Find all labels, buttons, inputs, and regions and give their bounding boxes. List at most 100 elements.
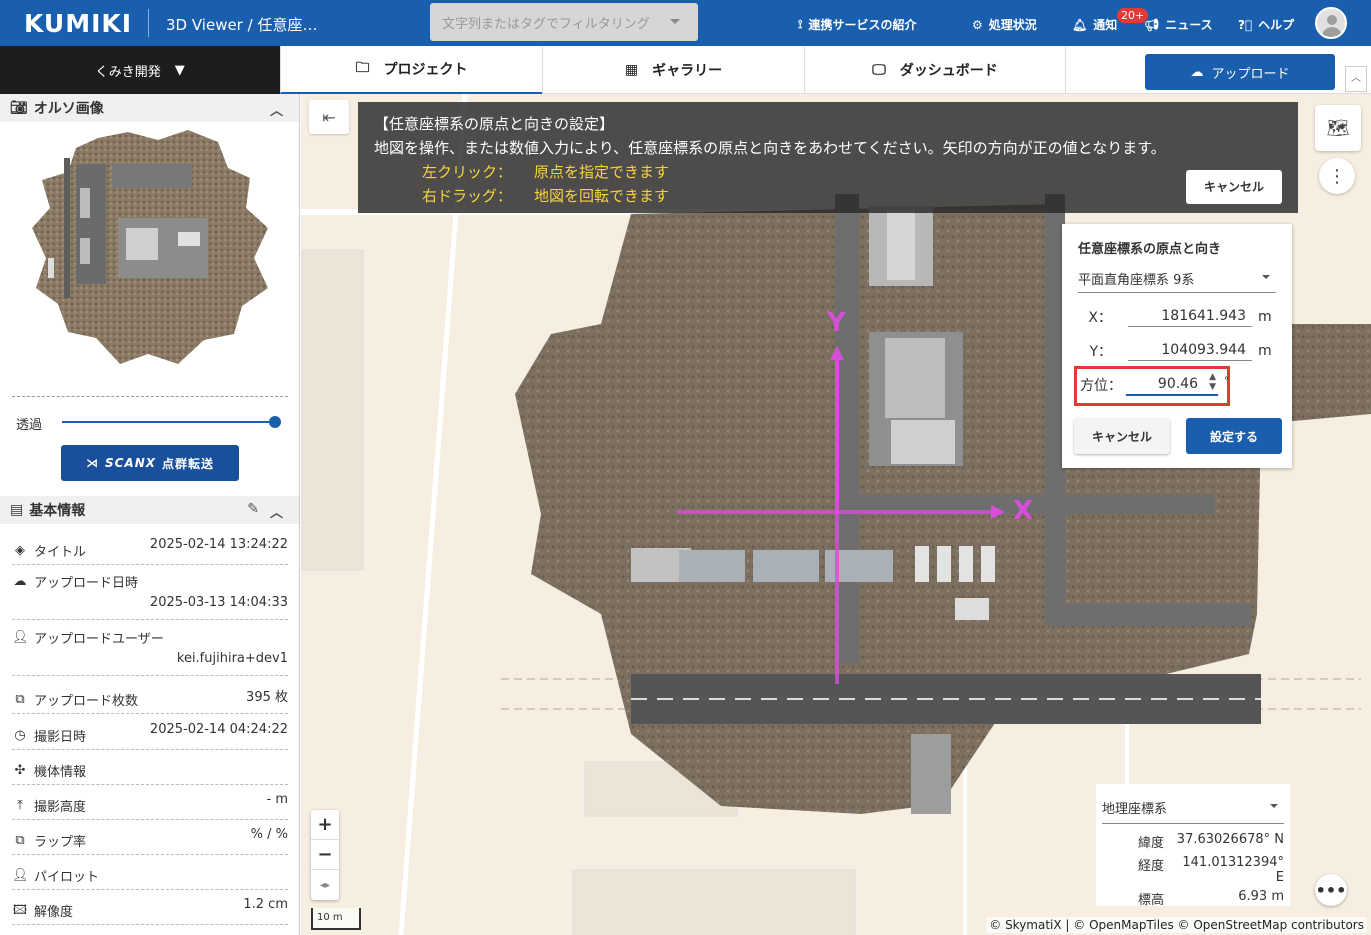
- edit-icon[interactable]: ✎: [247, 501, 259, 517]
- megaphone-icon: 📢︎: [1144, 17, 1160, 32]
- filter-select[interactable]: 文字列またはタグでフィルタリング: [430, 3, 698, 41]
- info-key: アップロード枚数: [34, 694, 139, 709]
- chevron-up-icon[interactable]: ︿: [270, 502, 283, 521]
- drone-icon: ✣: [14, 762, 26, 778]
- more-vertical-icon: ⋮: [1328, 165, 1346, 187]
- right-drag-desc: 地図を回転できます: [534, 187, 670, 205]
- x-field[interactable]: 181641.943: [1128, 306, 1252, 327]
- sub-bar: くみき開発 ▼ 🗀︎ プロジェクト ▦ ギャラリー 🖵︎ ダッシュボード ☁ ア…: [0, 46, 1371, 94]
- kumiki-logo[interactable]: KUMIKI: [24, 9, 132, 38]
- lon-label: 経度: [1137, 859, 1164, 874]
- y-field-label: Y：: [1089, 343, 1112, 360]
- bell-icon: 🔔︎: [1072, 17, 1088, 32]
- geo-alt-row: 標高 6.93 m: [1102, 889, 1284, 908]
- map-more-button[interactable]: •••: [1315, 874, 1347, 906]
- ortho-thumbnail[interactable]: [28, 128, 274, 368]
- info-row-aircraft: ✣ 機体情報: [12, 757, 288, 785]
- scanx-logo-icon: ⋊: [85, 456, 99, 470]
- direction-field[interactable]: 90.46 ▲ ▼: [1126, 372, 1218, 396]
- nav-status[interactable]: ⚙ 処理状況: [972, 16, 1037, 33]
- tab-dashboard-label: ダッシュボード: [899, 63, 998, 79]
- geo-lon-row: 経度 141.01312394° E: [1102, 855, 1284, 885]
- y-field[interactable]: 104093.944: [1128, 340, 1252, 361]
- more-horizontal-icon: •••: [1315, 880, 1347, 900]
- upload-button[interactable]: ☁ アップロード: [1145, 54, 1335, 90]
- tab-dashboard[interactable]: 🖵︎ ダッシュボード: [804, 46, 1066, 94]
- map-canvas[interactable]: Y X ⇤ 【任意座標系の原点と向きの設定】 地図を操作、または数値入力により、…: [301, 94, 1371, 935]
- scanx-button-label: 点群転送: [162, 456, 215, 471]
- user-icon: 👤︎: [12, 629, 29, 645]
- top-bar: KUMIKI 3D Viewer / 任意座… 文字列またはタグでフィルタリング…: [0, 0, 1371, 46]
- chevron-up-icon[interactable]: ︿: [270, 100, 283, 119]
- tab-gallery[interactable]: ▦ ギャラリー: [542, 46, 804, 94]
- alt-label: 標高: [1137, 893, 1164, 908]
- avatar[interactable]: [1315, 7, 1347, 39]
- zoom-in-button[interactable]: +: [311, 810, 339, 840]
- nav-help[interactable]: ?⃝ ヘルプ: [1238, 16, 1294, 33]
- direction-value: 90.46: [1157, 376, 1198, 392]
- scanx-transfer-button[interactable]: ⋊ SCANX 点群転送: [61, 445, 239, 481]
- caret-down-icon: ▼: [174, 62, 185, 78]
- nav-notify[interactable]: 🔔︎ 通知: [1072, 16, 1117, 33]
- compass-reset-button[interactable]: ◂▸: [311, 870, 339, 900]
- tab-project[interactable]: 🗀︎ プロジェクト: [280, 46, 542, 94]
- org-select[interactable]: くみき開発 ▼: [0, 46, 280, 94]
- map-layer-button[interactable]: 🗺︎: [1315, 105, 1361, 151]
- map-icon: 🗺︎: [1326, 117, 1350, 139]
- zoom-out-button[interactable]: −: [311, 840, 339, 870]
- info-row-title: ◈ タイトル 2025-02-14 13:24:22: [12, 537, 288, 565]
- opacity-slider[interactable]: [62, 416, 281, 428]
- banner-cancel-button[interactable]: キャンセル: [1186, 170, 1282, 204]
- altitude-icon: ⤒: [17, 797, 23, 813]
- y-unit: m: [1258, 342, 1272, 359]
- nav-news-label: ニュース: [1165, 18, 1213, 32]
- coordinate-system-select[interactable]: 平面直角座標系 9系: [1078, 265, 1276, 293]
- info-key: アップロード日時: [34, 576, 139, 591]
- info-row-shot-date: ◷ 撮影日時 2025-02-14 04:24:22: [12, 722, 288, 750]
- x-axis-label: X: [1013, 496, 1034, 526]
- panel-submit-button[interactable]: 設定する: [1186, 418, 1282, 454]
- collapse-header-button[interactable]: ︿: [1345, 66, 1367, 92]
- nav-services[interactable]: ⟟ 連携サービスの紹介: [798, 16, 916, 33]
- info-value: kei.fujihira+dev1: [176, 651, 288, 666]
- help-icon: ?⃝: [1238, 17, 1253, 32]
- map-attribution[interactable]: © SkymatiX | © OpenMapTiles © OpenStreet…: [986, 917, 1367, 933]
- spinner-icon[interactable]: ▲ ▼: [1209, 372, 1216, 392]
- lat-value: 37.63026678° N: [1176, 832, 1284, 847]
- user-icon: 👤︎: [12, 867, 29, 883]
- banner-left-click: 左クリック： 原点を指定できます: [374, 160, 1282, 184]
- ortho-section-header[interactable]: 📷︎ オルソ画像 ︿: [0, 94, 299, 122]
- geo-system-select[interactable]: 地理座標系: [1102, 796, 1284, 824]
- slider-handle[interactable]: [269, 416, 281, 428]
- info-value: 1.2 cm: [243, 897, 288, 912]
- more-options-button[interactable]: ⋮: [1319, 158, 1355, 194]
- info-title: 基本情報: [29, 503, 86, 519]
- info-section-header[interactable]: ▤ 基本情報 ✎ ︿: [0, 496, 299, 524]
- folder-icon: 🗀︎: [355, 60, 370, 76]
- cloud-upload-icon: ☁: [1190, 64, 1204, 80]
- y-axis-label: Y: [827, 308, 846, 338]
- info-row-overlap: ⧉ ラップ率 % / %: [12, 827, 288, 855]
- info-value: 2025-03-13 14:04:33: [149, 595, 288, 610]
- right-drag-key: 右ドラッグ：: [422, 187, 513, 205]
- nav-services-label: 連携サービスの紹介: [808, 18, 917, 32]
- page-title: 3D Viewer / 任意座…: [166, 16, 318, 34]
- y-field-row: Y： 104093.944 m: [1078, 340, 1272, 361]
- alt-value: 6.93 m: [1238, 889, 1284, 904]
- info-value: - m: [266, 792, 289, 807]
- info-row-upload-user: 👤︎ アップロードユーザー kei.fujihira+dev1: [12, 628, 288, 676]
- info-row-pilot: 👤︎ パイロット: [12, 862, 288, 890]
- geo-coordinate-panel: 地理座標系 緯度 37.63026678° N 経度 141.01312394° E…: [1096, 784, 1290, 908]
- banner-desc: 地図を操作、または数値入力により、任意座標系の原点と向きをあわせてください。矢印…: [374, 139, 1166, 157]
- image-icon: 🖾︎: [12, 902, 28, 918]
- info-key: 撮影高度: [34, 800, 87, 815]
- clock-icon: ◷: [14, 727, 26, 743]
- upload-cloud-icon: ☁: [13, 573, 27, 589]
- ortho-title: オルソ画像: [33, 101, 104, 117]
- scanx-logo-text: SCANX: [104, 456, 156, 470]
- panel-title: 任意座標系の原点と向き: [1078, 242, 1222, 257]
- nav-news[interactable]: 📢︎ ニュース: [1144, 16, 1213, 33]
- panel-cancel-button[interactable]: キャンセル: [1074, 418, 1170, 454]
- info-value: 2025-02-14 04:24:22: [149, 722, 288, 737]
- collapse-sidebar-button[interactable]: ⇤: [309, 100, 349, 134]
